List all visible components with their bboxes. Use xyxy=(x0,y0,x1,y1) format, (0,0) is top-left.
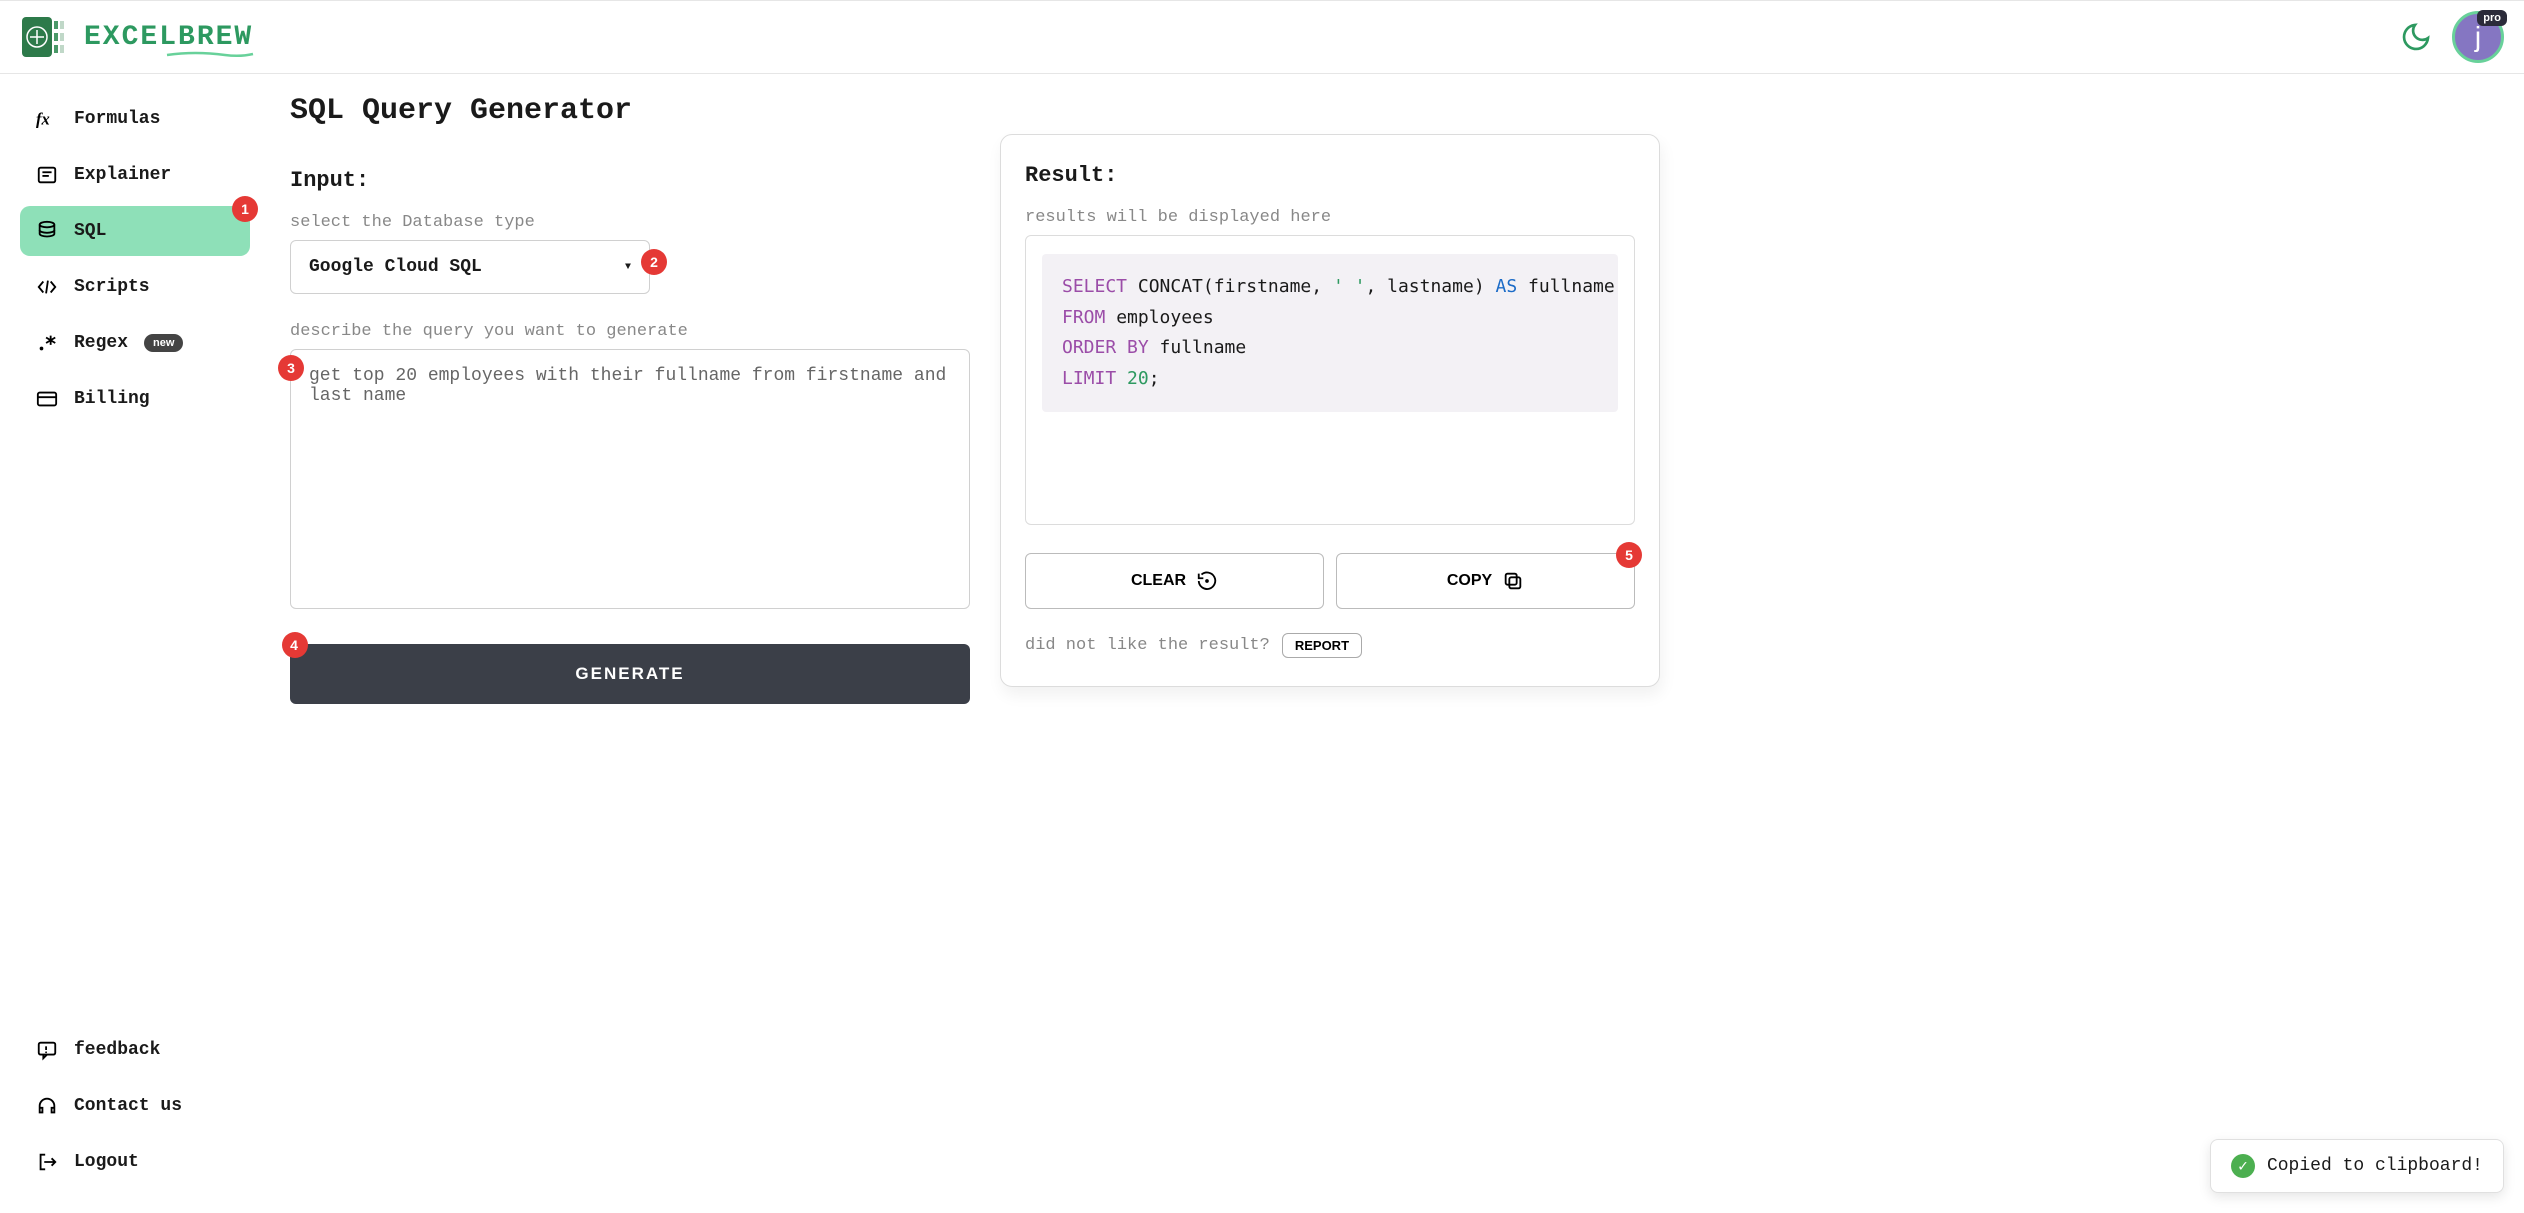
marker-5: 5 xyxy=(1616,542,1642,568)
reset-icon xyxy=(1196,570,1218,592)
main: SQL Query Generator Input: select the Da… xyxy=(260,74,2524,1207)
chat-icon xyxy=(36,1039,58,1061)
sidebar-item-contact[interactable]: Contact us xyxy=(20,1081,250,1131)
logo-text: EXCELBREW xyxy=(84,22,253,53)
query-textarea[interactable] xyxy=(290,349,970,609)
sidebar-item-label: Regex xyxy=(74,333,128,353)
database-icon xyxy=(36,220,58,242)
note-icon xyxy=(36,164,58,186)
logout-icon xyxy=(36,1151,58,1173)
sidebar-item-label: SQL xyxy=(74,221,106,241)
sidebar-item-label: feedback xyxy=(74,1040,160,1060)
svg-text:fx: fx xyxy=(36,110,50,129)
db-label: select the Database type xyxy=(290,213,970,232)
clear-button[interactable]: CLEAR xyxy=(1025,553,1324,609)
header: EXCELBREW j pro xyxy=(0,0,2524,74)
copy-label: COPY xyxy=(1447,572,1492,590)
sidebar-item-label: Logout xyxy=(74,1152,139,1172)
pro-badge: pro xyxy=(2477,10,2507,26)
marker-1: 1 xyxy=(232,196,258,222)
header-right: j pro xyxy=(2400,11,2504,63)
logo-area[interactable]: EXCELBREW xyxy=(20,11,355,63)
code-icon xyxy=(36,276,58,298)
toast: ✓ Copied to clipboard! xyxy=(2210,1139,2504,1193)
avatar-letter: j xyxy=(2475,21,2481,53)
input-heading: Input: xyxy=(290,168,970,193)
sidebar-item-formulas[interactable]: fx Formulas xyxy=(20,94,250,144)
query-label: describe the query you want to generate xyxy=(290,322,970,341)
avatar[interactable]: j pro xyxy=(2452,11,2504,63)
sidebar-item-scripts[interactable]: Scripts xyxy=(20,262,250,312)
headset-icon xyxy=(36,1095,58,1117)
result-panel: Result: results will be displayed here S… xyxy=(1000,134,1660,687)
generate-button[interactable]: 4 GENERATE xyxy=(290,644,970,704)
report-button[interactable]: REPORT xyxy=(1282,633,1362,658)
sidebar-item-label: Scripts xyxy=(74,277,150,297)
sidebar-item-label: Formulas xyxy=(74,109,160,129)
marker-3: 3 xyxy=(278,355,304,381)
database-select-value: Google Cloud SQL xyxy=(309,257,482,277)
caret-down-icon: ▼ xyxy=(625,262,631,273)
logo-underline-icon xyxy=(165,51,255,59)
clear-label: CLEAR xyxy=(1131,572,1186,590)
sql-code: SELECT CONCAT(firstname, ' ', lastname) … xyxy=(1042,254,1618,412)
sidebar-item-label: Contact us xyxy=(74,1096,182,1116)
copy-button[interactable]: 5 COPY xyxy=(1336,553,1635,609)
toast-text: Copied to clipboard! xyxy=(2267,1156,2483,1176)
result-box: SELECT CONCAT(firstname, ' ', lastname) … xyxy=(1025,235,1635,525)
dark-mode-icon[interactable] xyxy=(2400,21,2432,53)
sidebar-item-sql[interactable]: 1 SQL xyxy=(20,206,250,256)
sidebar-item-logout[interactable]: Logout xyxy=(20,1137,250,1187)
copy-icon xyxy=(1502,570,1524,592)
sidebar-item-feedback[interactable]: feedback xyxy=(20,1025,250,1075)
marker-4: 4 xyxy=(282,632,308,658)
sidebar-item-label: Billing xyxy=(74,389,150,409)
fx-icon: fx xyxy=(36,108,58,130)
database-select[interactable]: 2 Google Cloud SQL ▼ xyxy=(290,240,650,294)
generate-label: GENERATE xyxy=(575,664,684,683)
regex-icon xyxy=(36,332,58,354)
logo-icon xyxy=(20,11,72,63)
new-badge: new xyxy=(144,334,183,352)
page-title: SQL Query Generator xyxy=(290,94,970,128)
sidebar-item-billing[interactable]: Billing xyxy=(20,374,250,424)
result-heading: Result: xyxy=(1025,163,1635,188)
check-icon: ✓ xyxy=(2231,1154,2255,1178)
card-icon xyxy=(36,388,58,410)
sidebar-item-explainer[interactable]: Explainer xyxy=(20,150,250,200)
sidebar: fx Formulas Explainer 1 SQL Scripts Rege… xyxy=(0,74,260,1207)
result-placeholder-text: results will be displayed here xyxy=(1025,208,1635,227)
feedback-text: did not like the result? xyxy=(1025,636,1270,655)
sidebar-item-regex[interactable]: Regex new xyxy=(20,318,250,368)
sidebar-item-label: Explainer xyxy=(74,165,171,185)
marker-2: 2 xyxy=(641,249,667,275)
